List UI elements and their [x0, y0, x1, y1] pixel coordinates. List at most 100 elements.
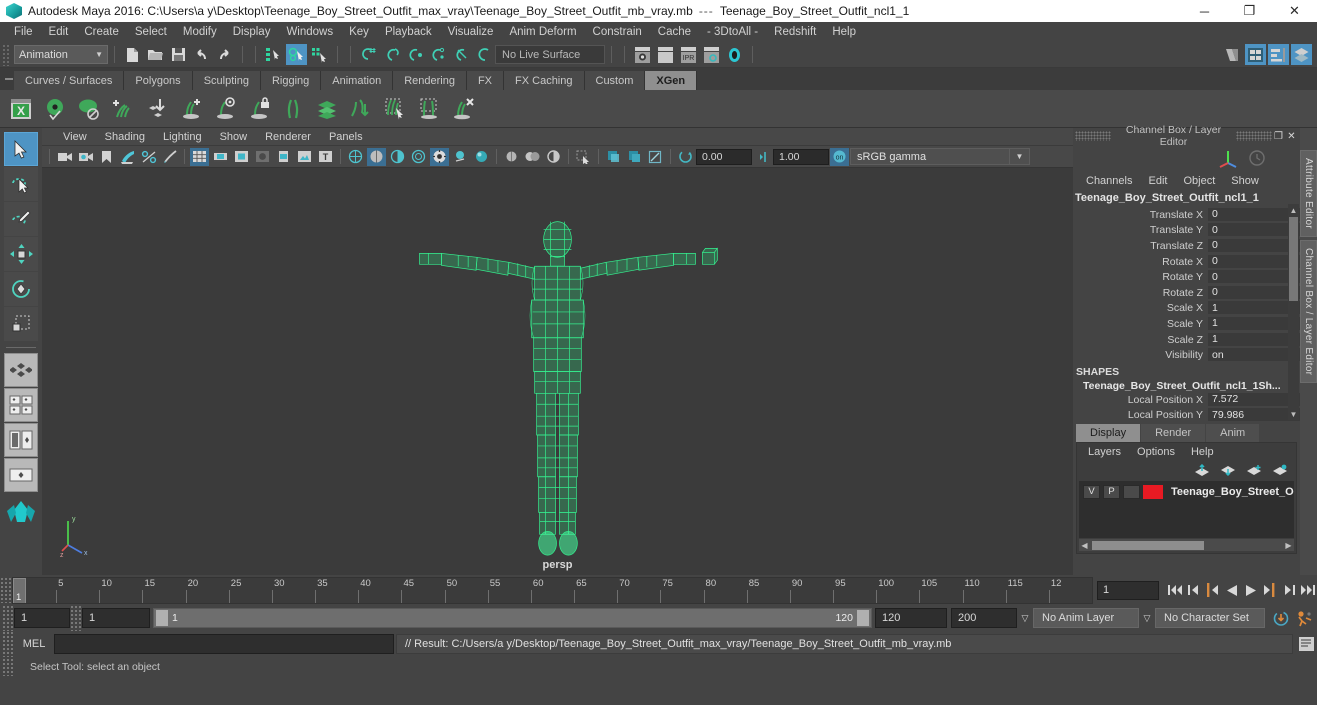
step-back-frame-button[interactable] — [1203, 580, 1222, 600]
channel-box-scrollbar[interactable]: ▲ ▼ — [1288, 204, 1299, 420]
channel-row[interactable]: Visibility on — [1073, 347, 1300, 363]
channel-value[interactable]: 1 — [1208, 301, 1300, 316]
move-layer-down-icon[interactable] — [1220, 464, 1236, 477]
redo-icon[interactable] — [214, 44, 235, 65]
mel-label[interactable]: MEL — [14, 638, 54, 650]
xgen-convert-guide-icon[interactable] — [345, 93, 377, 125]
depth-of-field-icon[interactable] — [544, 148, 563, 166]
menu-3dtoall[interactable]: - 3DtoAll - — [699, 24, 766, 40]
show-hide-attribute-editor-icon[interactable] — [1245, 44, 1266, 65]
tab-attribute-editor[interactable]: Attribute Editor — [1300, 150, 1317, 237]
scroll-up-arrow-icon[interactable]: ▲ — [1288, 204, 1299, 216]
xgen-disable-preview-icon[interactable] — [73, 93, 105, 125]
playback-start-time-field[interactable]: 1 — [82, 608, 150, 628]
resolution-gate-icon[interactable] — [232, 148, 251, 166]
edit-menu[interactable]: Edit — [1141, 174, 1174, 188]
show-hide-modeling-toolkit-icon[interactable] — [1222, 44, 1243, 65]
range-field-grip[interactable] — [70, 605, 82, 631]
shadows-icon[interactable] — [451, 148, 470, 166]
chevron-down-icon[interactable]: ▼ — [1010, 148, 1030, 165]
rotate-tool-button[interactable] — [4, 272, 38, 306]
layer-playback-toggle[interactable]: P — [1103, 484, 1120, 499]
play-forwards-button[interactable] — [1241, 580, 1260, 600]
channel-row[interactable]: Local Position X 7.572 — [1073, 392, 1300, 408]
gate-mask-icon[interactable] — [253, 148, 272, 166]
xgen-preview-icon[interactable] — [39, 93, 71, 125]
playback-end-time-field[interactable]: 120 — [875, 608, 947, 628]
image-plane-icon[interactable] — [118, 148, 137, 166]
channel-value[interactable]: 79.986 — [1208, 408, 1300, 423]
layout-four-view-button[interactable] — [4, 353, 38, 387]
menu-playback[interactable]: Playback — [377, 24, 440, 40]
menu-display[interactable]: Display — [225, 24, 279, 40]
channel-value[interactable]: 0 — [1208, 270, 1300, 285]
help-menu[interactable]: Help — [1185, 445, 1220, 459]
script-editor-icon[interactable] — [1295, 634, 1317, 654]
minimize-button[interactable]: ─ — [1182, 0, 1227, 22]
exposure-reset-icon[interactable] — [676, 148, 695, 166]
paint-select-tool-button[interactable] — [4, 202, 38, 236]
layer-row[interactable]: V P Teenage_Boy_Street_Out — [1079, 483, 1294, 500]
range-end-handle[interactable] — [857, 610, 869, 626]
viewport-3d-canvas[interactable]: y x z persp — [42, 168, 1073, 575]
help-line-grip[interactable] — [2, 658, 14, 676]
select-tool-button[interactable] — [4, 132, 38, 166]
animation-preferences-button[interactable] — [1294, 608, 1313, 628]
menu-select[interactable]: Select — [127, 24, 175, 40]
anim-clock-icon[interactable] — [1248, 149, 1266, 167]
auto-keyframe-button[interactable] — [1271, 608, 1290, 628]
text-overlay-icon[interactable]: T — [316, 148, 335, 166]
channel-value[interactable]: 0 — [1208, 207, 1300, 222]
xray-icon[interactable] — [604, 148, 623, 166]
play-backwards-button[interactable] — [1222, 580, 1241, 600]
shape-node-name[interactable]: Teenage_Boy_Street_Outfit_ncl1_1Sh... — [1073, 380, 1300, 392]
channel-row[interactable]: Rotate X 0 — [1073, 254, 1300, 270]
shelf-tab-polygons[interactable]: Polygons — [124, 71, 193, 90]
menu-anim-deform[interactable]: Anim Deform — [501, 24, 584, 40]
shelf-tab-sculpting[interactable]: Sculpting — [192, 71, 261, 90]
exposure-field[interactable]: 0.00 — [696, 148, 752, 165]
panel-drag-grip-right[interactable] — [1236, 131, 1272, 141]
menu-key[interactable]: Key — [341, 24, 377, 40]
shelf-tab-curves-surfaces[interactable]: Curves / Surfaces — [14, 71, 125, 90]
snap-to-view-plane-icon[interactable] — [450, 44, 471, 65]
layout-persp-outliner-button[interactable] — [4, 388, 38, 422]
grease-pencil-icon[interactable] — [160, 148, 179, 166]
time-slider-grip[interactable] — [0, 577, 12, 603]
select-by-hierarchy-icon[interactable] — [263, 44, 284, 65]
xgen-comb-guide-icon[interactable] — [277, 93, 309, 125]
undo-icon[interactable] — [191, 44, 212, 65]
multisample-aa-icon[interactable] — [523, 148, 542, 166]
range-slider-grip[interactable] — [2, 605, 14, 631]
isolate-select-icon[interactable] — [574, 148, 593, 166]
current-time-indicator[interactable]: 1 — [13, 577, 26, 603]
channel-row[interactable]: Rotate Z 0 — [1073, 285, 1300, 301]
channel-value[interactable]: 7.572 — [1208, 392, 1300, 407]
menu-constrain[interactable]: Constrain — [585, 24, 650, 40]
shelf-grip[interactable] — [4, 68, 14, 90]
show-hide-channel-box-icon[interactable] — [1291, 44, 1312, 65]
layer-list-horizontal-scrollbar[interactable]: ◀ ▶ — [1079, 539, 1294, 551]
snap-to-point-icon[interactable] — [404, 44, 425, 65]
xgen-editor-icon[interactable]: X — [5, 93, 37, 125]
ipr-render-icon[interactable]: IPR — [678, 44, 699, 65]
menu-modify[interactable]: Modify — [175, 24, 225, 40]
channel-row[interactable]: Translate Y 0 — [1073, 223, 1300, 239]
render-settings-icon[interactable] — [701, 44, 722, 65]
viewport-menu-renderer[interactable]: Renderer — [256, 130, 320, 144]
close-button[interactable]: ✕ — [1272, 0, 1317, 22]
menu-visualize[interactable]: Visualize — [440, 24, 502, 40]
xgen-select-guide-icon[interactable] — [209, 93, 241, 125]
channel-row[interactable]: Scale Y 1 — [1073, 316, 1300, 332]
camera-attributes-icon[interactable] — [76, 148, 95, 166]
viewport-menu-panels[interactable]: Panels — [320, 130, 372, 144]
new-layer-icon[interactable] — [1246, 464, 1262, 477]
xgen-delete-guide-icon[interactable] — [447, 93, 479, 125]
viewport-menu-show[interactable]: Show — [211, 130, 257, 144]
go-to-start-button[interactable] — [1165, 580, 1184, 600]
smooth-shading-icon[interactable] — [367, 147, 386, 166]
step-forward-frame-button[interactable] — [1260, 580, 1279, 600]
shelf-tab-fx-caching[interactable]: FX Caching — [504, 71, 585, 90]
playback-range-bar[interactable]: 1 120 — [153, 608, 872, 628]
select-by-object-icon[interactable] — [286, 44, 307, 65]
